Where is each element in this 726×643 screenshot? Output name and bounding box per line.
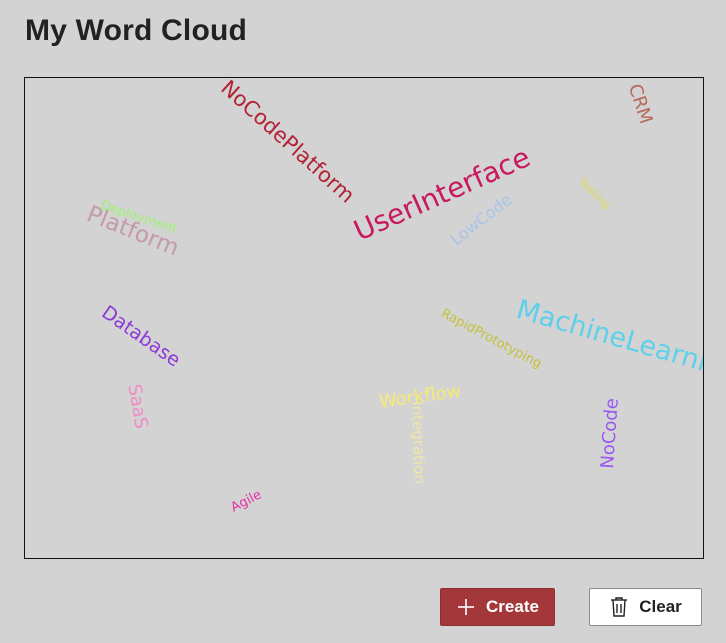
create-button-label: Create bbox=[486, 597, 539, 616]
word-integration: Integration bbox=[408, 400, 429, 485]
word-crm: CRM bbox=[623, 81, 657, 127]
word-database: Database bbox=[97, 301, 185, 372]
plus-icon bbox=[456, 597, 476, 617]
word-machinelearning: MachineLearning bbox=[513, 294, 704, 388]
word-nocode: NoCode bbox=[597, 397, 623, 470]
word-nocodeplatform: NoCodePlatform bbox=[216, 77, 360, 208]
trash-icon bbox=[609, 596, 629, 618]
clear-button-label: Clear bbox=[639, 597, 682, 616]
create-button[interactable]: Create bbox=[440, 588, 555, 626]
word-cloud-canvas: NoCodePlatform CRM UserInterface Testing… bbox=[24, 77, 704, 559]
word-agile: Agile bbox=[228, 487, 265, 516]
page-title: My Word Cloud bbox=[25, 14, 248, 47]
word-testing: Testing bbox=[575, 175, 613, 212]
word-saas: SaaS bbox=[123, 382, 152, 431]
clear-button[interactable]: Clear bbox=[589, 588, 702, 626]
